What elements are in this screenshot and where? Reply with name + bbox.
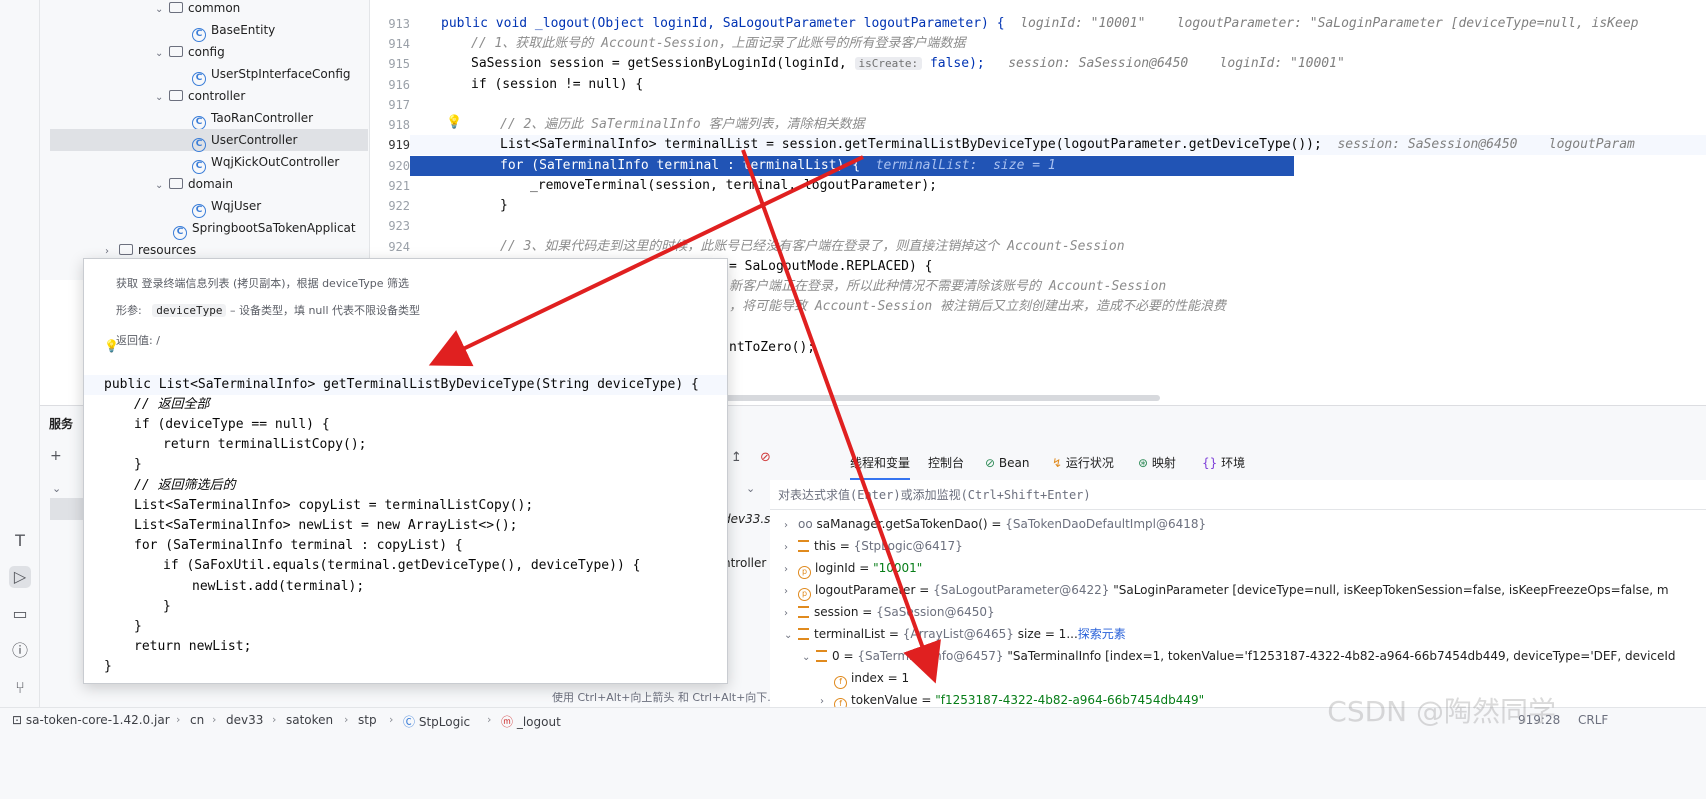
breadcrumb-separator: › [389,713,394,726]
breadcrumb-package[interactable]: stp [358,713,377,727]
breadcrumb-separator: › [272,713,277,726]
breadcrumb-package[interactable]: dev33 [226,713,263,727]
method-icon: ⓜ [501,715,514,729]
arrow-to-terminal-list-variable [741,149,941,684]
line-separator[interactable]: CRLF [1578,713,1608,727]
breadcrumb-package[interactable]: satoken [286,713,333,727]
breadcrumb-package[interactable]: cn [190,713,204,727]
breadcrumb-class[interactable]: Ⓒ StpLogic [403,713,470,730]
watermark: CSDN @陶然同学 [1327,695,1556,728]
arrow-to-method-definition [428,155,864,367]
breadcrumb-separator: › [176,713,181,726]
breadcrumb-separator: › [344,713,349,726]
breadcrumb-method[interactable]: ⓜ _logout [501,713,561,730]
breadcrumb-separator: › [212,713,217,726]
class-icon: Ⓒ [403,715,416,729]
annotation-arrows [428,149,941,684]
breadcrumb-separator: › [487,713,492,726]
breadcrumb-jar[interactable]: ⊡ sa-token-core-1.42.0.jar [12,713,170,727]
